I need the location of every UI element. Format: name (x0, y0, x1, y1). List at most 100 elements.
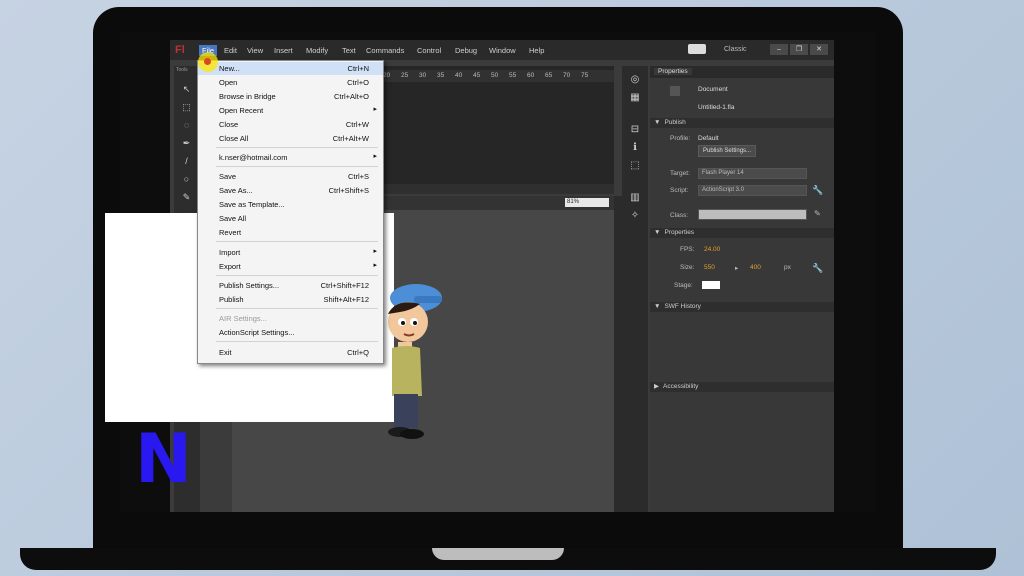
menu-item-revert[interactable]: Revert (198, 226, 383, 239)
close-button[interactable]: ✕ (810, 44, 828, 55)
selection-tool-icon[interactable]: ↖ (180, 84, 193, 95)
oval-tool-icon[interactable]: ○ (180, 174, 193, 185)
menu-item-publish-settings[interactable]: Publish Settings... Ctrl+Shift+F12 (198, 279, 383, 292)
workspace-switcher[interactable]: Classic (724, 46, 747, 53)
publish-section-header[interactable]: ▼ Publish (650, 118, 834, 128)
menu-insert[interactable]: Insert (274, 46, 293, 55)
menu-control[interactable]: Control (417, 46, 441, 55)
pencil-icon[interactable]: ✎ (814, 209, 821, 218)
info-panel-icon[interactable]: ℹ (629, 142, 641, 154)
menu-item-label: Exit (219, 348, 232, 357)
timeline-tick: 55 (509, 72, 517, 79)
class-input[interactable] (698, 209, 807, 220)
align-panel-icon[interactable]: ⊟ (629, 124, 641, 136)
menu-item-save-all[interactable]: Save All (198, 212, 383, 225)
color-panel-icon[interactable]: ◎ (629, 74, 641, 86)
menu-item-label: Save as Template... (219, 200, 285, 209)
link-icon[interactable]: ▸ (735, 264, 738, 272)
menu-modify[interactable]: Modify (306, 46, 328, 55)
menu-item-account[interactable]: k.nser@hotmail.com ▸ (198, 151, 383, 164)
size-width[interactable]: 550 (704, 264, 715, 271)
swf-history-header-label: SWF History (664, 303, 701, 310)
panel-icon-strip: ◎ ▦ ⊟ ℹ ⬚ ▥ ✧ (622, 66, 648, 512)
transform-panel-icon[interactable]: ⬚ (629, 160, 641, 172)
menu-item-air-settings: AIR Settings... (198, 312, 383, 325)
properties-panel: Properties Document Untitled-1.fla ▼ Publ… (650, 66, 834, 512)
properties-section-header[interactable]: ▼ Properties (650, 228, 834, 238)
menu-item-shortcut: Ctrl+Shift+S (328, 186, 369, 195)
timeline-tick: 45 (473, 72, 481, 79)
swf-history-section-header[interactable]: ▼ SWF History (650, 302, 834, 312)
menu-item-browse-in-bridge[interactable]: Browse in Bridge Ctrl+Alt+O (198, 90, 383, 103)
menu-item-save[interactable]: Save Ctrl+S (198, 170, 383, 183)
accessibility-header-label: Accessibility (663, 383, 699, 390)
transform-tool-icon[interactable]: ⬚ (180, 102, 193, 113)
menu-separator (216, 308, 378, 309)
submenu-arrow-icon: ▸ (373, 153, 377, 160)
stage-scrollbar[interactable] (614, 196, 622, 512)
menu-view[interactable]: View (247, 46, 263, 55)
pen-tool-icon[interactable]: ✒ (180, 138, 193, 149)
channel-logo-icon: N (135, 420, 192, 499)
minimize-button[interactable]: – (770, 44, 788, 55)
menu-item-publish[interactable]: Publish Shift+Alt+F12 (198, 293, 383, 306)
menu-item-label: Publish (219, 295, 244, 304)
pencil-tool-icon[interactable]: ✎ (180, 192, 193, 203)
stage-wrench-icon[interactable]: 🔧 (812, 263, 823, 274)
menu-item-import[interactable]: Import ▸ (198, 246, 383, 259)
menu-item-close[interactable]: Close Ctrl+W (198, 118, 383, 131)
timeline-tick: 30 (419, 72, 427, 79)
wrench-icon[interactable]: 🔧 (812, 185, 823, 196)
timeline-tick: 65 (545, 72, 553, 79)
timeline-tick: 35 (437, 72, 445, 79)
menu-item-shortcut: Ctrl+Q (347, 348, 369, 357)
fps-value[interactable]: 24.00 (704, 246, 720, 253)
publish-settings-button[interactable]: Publish Settings... (698, 145, 757, 157)
properties-header-label: Properties (664, 229, 695, 236)
target-label: Target: (670, 170, 690, 177)
menu-debug[interactable]: Debug (455, 46, 477, 55)
submenu-arrow-icon: ▸ (373, 262, 377, 269)
target-dropdown[interactable]: Flash Player 14 (698, 168, 807, 179)
maximize-button[interactable]: ❐ (790, 44, 808, 55)
size-height[interactable]: 400 (750, 264, 761, 271)
accessibility-section-header[interactable]: ▶ Accessibility (650, 382, 834, 392)
zoom-select[interactable]: 81% (565, 198, 609, 207)
publish-header-label: Publish (664, 119, 686, 126)
menu-separator (216, 275, 378, 276)
menu-item-shortcut: Ctrl+S (347, 172, 369, 181)
script-dropdown[interactable]: ActionScript 3.0 (698, 185, 807, 196)
menu-item-shortcut: Ctrl+N (347, 64, 369, 73)
line-tool-icon[interactable]: / (180, 156, 193, 167)
properties-tab[interactable]: Properties (650, 66, 834, 78)
menu-item-label: Close All (219, 134, 249, 143)
menu-item-export[interactable]: Export ▸ (198, 260, 383, 273)
profile-value: Default (698, 135, 719, 142)
menu-item-new[interactable]: New... Ctrl+N (198, 62, 383, 75)
menu-item-label: New... (219, 64, 240, 73)
cartoon-boy-image[interactable] (376, 284, 448, 442)
menu-item-open[interactable]: Open Ctrl+O (198, 76, 383, 89)
menu-text[interactable]: Text (342, 46, 356, 55)
profile-label: Profile: (670, 135, 691, 142)
menu-item-save-as[interactable]: Save As... Ctrl+Shift+S (198, 184, 383, 197)
library-panel-icon[interactable]: ▥ (629, 192, 641, 204)
menu-item-actionscript-settings[interactable]: ActionScript Settings... (198, 326, 383, 339)
menu-edit[interactable]: Edit (224, 46, 237, 55)
menu-item-exit[interactable]: Exit Ctrl+Q (198, 346, 383, 359)
gear-icon[interactable] (688, 44, 706, 54)
class-label: Class: (670, 212, 689, 219)
lasso-tool-icon[interactable]: ◌ (180, 120, 193, 131)
menu-window[interactable]: Window (489, 46, 516, 55)
swatches-panel-icon[interactable]: ▦ (629, 92, 641, 104)
menu-item-label: Save (219, 172, 237, 181)
menu-separator (216, 166, 378, 167)
menu-commands[interactable]: Commands (366, 46, 404, 55)
menu-help[interactable]: Help (529, 46, 544, 55)
menu-item-save-as-template[interactable]: Save as Template... (198, 198, 383, 211)
stage-color-swatch[interactable] (702, 281, 720, 289)
menu-item-open-recent[interactable]: Open Recent ▸ (198, 104, 383, 117)
motion-presets-icon[interactable]: ✧ (629, 210, 641, 222)
menu-item-close-all[interactable]: Close All Ctrl+Alt+W (198, 132, 383, 145)
menu-separator (216, 341, 378, 342)
